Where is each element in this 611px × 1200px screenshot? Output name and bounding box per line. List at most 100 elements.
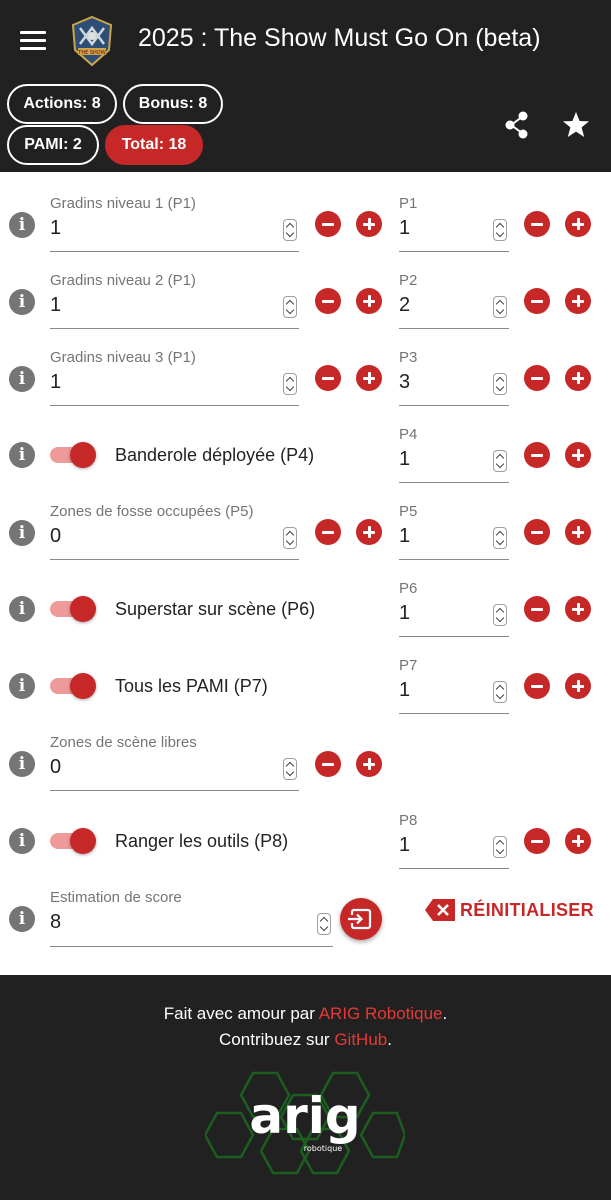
increment-button[interactable] xyxy=(356,288,382,314)
field-value[interactable]: 1 xyxy=(399,525,410,548)
toggle-label: Ranger les outils (P8) xyxy=(115,831,289,851)
banderole-toggle[interactable] xyxy=(50,441,96,469)
fosse-field[interactable]: Zones de fosse occupées (P5) 0 xyxy=(50,503,299,560)
decrement-button[interactable] xyxy=(315,365,341,391)
field-value[interactable]: 1 xyxy=(399,834,410,857)
spinner-icon[interactable] xyxy=(493,604,507,626)
field-value[interactable]: 1 xyxy=(399,679,410,702)
decrement-button[interactable] xyxy=(315,211,341,237)
decrement-button[interactable] xyxy=(524,288,550,314)
gradins-2-field[interactable]: Gradins niveau 2 (P1) 1 xyxy=(50,272,299,329)
field-label: P4 xyxy=(399,426,418,443)
spinner-icon[interactable] xyxy=(283,527,297,549)
field-value[interactable]: 1 xyxy=(50,294,61,317)
spinner-icon[interactable] xyxy=(493,450,507,472)
gradins-1-field[interactable]: Gradins niveau 1 (P1) 1 xyxy=(50,195,299,252)
increment-button[interactable] xyxy=(565,365,591,391)
spinner-icon[interactable] xyxy=(283,219,297,241)
decrement-button[interactable] xyxy=(524,211,550,237)
info-icon[interactable]: i xyxy=(9,673,35,699)
decrement-button[interactable] xyxy=(524,519,550,545)
increment-button[interactable] xyxy=(565,288,591,314)
field-value[interactable]: 1 xyxy=(50,217,61,240)
decrement-button[interactable] xyxy=(524,442,550,468)
info-icon[interactable]: i xyxy=(9,596,35,622)
field-label: Estimation de score xyxy=(50,889,182,906)
spinner-icon[interactable] xyxy=(493,373,507,395)
field-value[interactable]: 0 xyxy=(50,756,61,779)
increment-button[interactable] xyxy=(565,442,591,468)
info-icon[interactable]: i xyxy=(9,289,35,315)
p8-field[interactable]: P8 1 xyxy=(399,812,509,869)
field-value[interactable]: 3 xyxy=(399,371,410,394)
share-icon[interactable] xyxy=(502,110,532,140)
spinner-icon[interactable] xyxy=(493,219,507,241)
spinner-icon[interactable] xyxy=(493,681,507,703)
increment-button[interactable] xyxy=(356,365,382,391)
field-value[interactable]: 1 xyxy=(399,217,410,240)
increment-button[interactable] xyxy=(356,519,382,545)
field-value[interactable]: 2 xyxy=(399,294,410,317)
decrement-button[interactable] xyxy=(524,596,550,622)
info-icon[interactable]: i xyxy=(9,520,35,546)
increment-button[interactable] xyxy=(565,519,591,545)
score-row: i Ranger les outils (P8) P8 1 xyxy=(0,808,611,885)
field-value[interactable]: 1 xyxy=(399,602,410,625)
spinner-icon[interactable] xyxy=(283,373,297,395)
increment-button[interactable] xyxy=(565,596,591,622)
info-icon[interactable]: i xyxy=(9,828,35,854)
arig-link[interactable]: ARIG Robotique xyxy=(319,1004,443,1023)
pami-toggle[interactable] xyxy=(50,672,96,700)
svg-text:robotique: robotique xyxy=(304,1144,342,1153)
spinner-icon[interactable] xyxy=(283,296,297,318)
gradins-3-field[interactable]: Gradins niveau 3 (P1) 1 xyxy=(50,349,299,406)
scene-libre-field[interactable]: Zones de scène libres 0 xyxy=(50,734,299,791)
spinner-icon[interactable] xyxy=(493,836,507,858)
p7-field[interactable]: P7 1 xyxy=(399,657,509,714)
decrement-button[interactable] xyxy=(315,751,341,777)
p3-field[interactable]: P3 3 xyxy=(399,349,509,406)
increment-button[interactable] xyxy=(565,673,591,699)
spinner-icon[interactable] xyxy=(317,913,331,935)
footer-text: . xyxy=(442,1004,448,1023)
outils-toggle[interactable] xyxy=(50,827,96,855)
total-chip: Total: 18 xyxy=(105,125,203,165)
menu-button[interactable] xyxy=(20,31,46,51)
p1-field[interactable]: P1 1 xyxy=(399,195,509,252)
star-icon[interactable] xyxy=(561,110,591,140)
increment-button[interactable] xyxy=(356,751,382,777)
p4-field[interactable]: P4 1 xyxy=(399,426,509,483)
p5-field[interactable]: P5 1 xyxy=(399,503,509,560)
spinner-icon[interactable] xyxy=(493,296,507,318)
github-link[interactable]: GitHub xyxy=(334,1030,387,1049)
decrement-button[interactable] xyxy=(524,828,550,854)
decrement-button[interactable] xyxy=(315,288,341,314)
info-icon[interactable]: i xyxy=(9,212,35,238)
reset-button[interactable]: RÉINITIALISER xyxy=(424,897,594,923)
footer-text: Contribuez sur xyxy=(219,1030,335,1049)
info-icon[interactable]: i xyxy=(9,906,35,932)
pami-chip: PAMI: 2 xyxy=(7,125,99,165)
decrement-button[interactable] xyxy=(315,519,341,545)
field-value[interactable]: 8 xyxy=(50,911,61,934)
score-estimate-field[interactable]: Estimation de score 8 xyxy=(50,889,333,947)
p2-field[interactable]: P2 2 xyxy=(399,272,509,329)
increment-button[interactable] xyxy=(565,211,591,237)
field-label: P2 xyxy=(399,272,418,289)
spinner-icon[interactable] xyxy=(283,758,297,780)
info-icon[interactable]: i xyxy=(9,442,35,468)
apply-estimate-button[interactable] xyxy=(340,898,382,940)
decrement-button[interactable] xyxy=(524,673,550,699)
field-value[interactable]: 0 xyxy=(50,525,61,548)
spinner-icon[interactable] xyxy=(493,527,507,549)
arig-logo: arig robotique xyxy=(205,1071,405,1175)
info-icon[interactable]: i xyxy=(9,751,35,777)
field-value[interactable]: 1 xyxy=(399,448,410,471)
superstar-toggle[interactable] xyxy=(50,595,96,623)
p6-field[interactable]: P6 1 xyxy=(399,580,509,637)
field-value[interactable]: 1 xyxy=(50,371,61,394)
increment-button[interactable] xyxy=(565,828,591,854)
increment-button[interactable] xyxy=(356,211,382,237)
info-icon[interactable]: i xyxy=(9,366,35,392)
decrement-button[interactable] xyxy=(524,365,550,391)
